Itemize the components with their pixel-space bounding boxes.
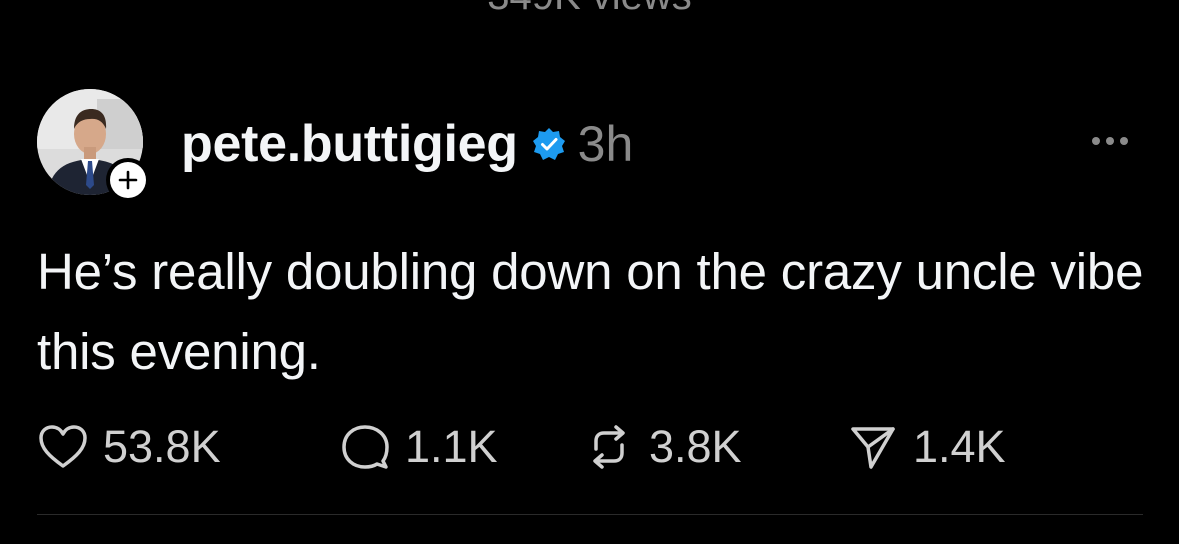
- send-icon: [851, 427, 895, 469]
- reply-count: 1.1K: [405, 421, 498, 472]
- repost-icon: [593, 425, 625, 469]
- avatar-container[interactable]: [37, 89, 150, 202]
- heart-icon: [39, 425, 87, 468]
- more-icon: [1092, 137, 1128, 145]
- post-header: pete.buttigieg 3h: [181, 112, 633, 176]
- more-options-button[interactable]: [1086, 126, 1136, 156]
- repost-count: 3.8K: [649, 421, 742, 472]
- repost-button[interactable]: 3.8K: [583, 418, 742, 476]
- post-time: 3h: [577, 116, 634, 172]
- follow-button[interactable]: [106, 158, 150, 202]
- action-bar: 53.8K 1.1K 3.8K 1.4K: [37, 418, 1157, 476]
- username-link[interactable]: pete.buttigieg: [181, 114, 518, 174]
- plus-icon: [118, 170, 138, 190]
- share-button[interactable]: 1.4K: [847, 418, 1006, 476]
- comment-icon: [342, 425, 389, 469]
- post-text: He’s really doubling down on the crazy u…: [37, 243, 1144, 380]
- verified-badge-icon: [532, 127, 566, 161]
- divider: [37, 514, 1143, 515]
- views-count: 349K views: [0, 0, 1179, 19]
- reply-button[interactable]: 1.1K: [339, 418, 498, 476]
- like-button[interactable]: 53.8K: [37, 418, 221, 476]
- like-count: 53.8K: [103, 421, 221, 472]
- share-count: 1.4K: [913, 421, 1006, 472]
